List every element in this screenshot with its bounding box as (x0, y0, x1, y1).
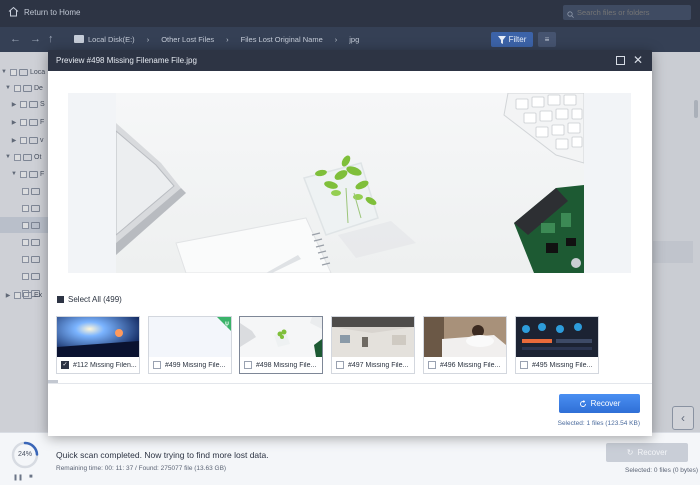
up-arrow-icon[interactable]: ↑ (48, 33, 54, 45)
thumbnail-item[interactable]: ψ #499 Missing File... (148, 316, 232, 374)
dialog-selected-info: Selected: 1 files (123.54 KB) (557, 420, 640, 427)
thumbnail-checkbox[interactable] (520, 361, 528, 369)
thumbnail-checkbox[interactable] (153, 361, 161, 369)
search-icon (567, 9, 574, 21)
scan-meta-text: Remaining time: 00: 11: 37 / Found: 2750… (56, 465, 227, 472)
thumbnail-caption: #498 Missing File... (244, 361, 322, 369)
preview-area (68, 93, 631, 273)
breadcrumb-item[interactable]: jpg (349, 35, 359, 44)
thumbnail-checkbox[interactable] (336, 361, 344, 369)
scan-status-text: Quick scan completed. Now trying to find… (56, 450, 269, 460)
select-all-box[interactable] (57, 296, 64, 303)
close-icon[interactable]: ✕ (633, 53, 643, 67)
pause-icon[interactable]: ❚❚ (13, 474, 23, 481)
recover-icon (579, 399, 586, 407)
back-arrow-icon[interactable]: ← (10, 33, 21, 45)
recover-button-disabled[interactable]: ↻ Recover (606, 443, 688, 462)
thumbnail-item[interactable]: #496 Missing File... (423, 316, 507, 374)
thumbnail-item[interactable]: ✓ #112 Missing Filen... (56, 316, 140, 374)
thumbnail-caption: #496 Missing File... (428, 361, 506, 369)
view-toggle-button[interactable]: ≡ (538, 32, 556, 47)
thumbnail-caption: #495 Missing File... (520, 361, 598, 369)
breadcrumb-item[interactable]: Other Lost Files (161, 35, 214, 44)
thumbnail-checkbox[interactable] (428, 361, 436, 369)
preview-dialog-header: Preview #498 Missing Filename File.jpg ✕ (48, 50, 652, 71)
thumbnail-image (516, 317, 598, 357)
drive-icon (74, 35, 84, 43)
filter-button[interactable]: Filter (491, 32, 533, 47)
thumbnail-item-active[interactable]: #498 Missing File... (239, 316, 323, 374)
thumbnail-caption: ✓ #112 Missing Filen... (61, 361, 137, 369)
thumbnail-checkbox[interactable] (244, 361, 252, 369)
maximize-icon[interactable] (616, 56, 625, 65)
breadcrumb-item-drive[interactable]: Local Disk(E:) (74, 35, 135, 44)
breadcrumb-separator: › (146, 35, 150, 44)
recover-icon: ↻ (626, 448, 634, 457)
return-home-link[interactable]: Return to Home (24, 8, 80, 17)
thumbnail-item[interactable]: #495 Missing File... (515, 316, 599, 374)
breadcrumb: Local Disk(E:) › Other Lost Files › File… (74, 35, 359, 44)
select-all-checkbox[interactable]: Select All (499) (57, 295, 122, 304)
home-icon[interactable] (8, 6, 19, 20)
thumbnail-checkbox[interactable]: ✓ (61, 361, 69, 369)
forward-arrow-icon[interactable]: → (30, 33, 41, 45)
breadcrumb-item[interactable]: Files Lost Original Name (241, 35, 323, 44)
thumbnail-image: ψ (149, 317, 231, 357)
breadcrumb-separator: › (334, 35, 338, 44)
thumbnail-image (240, 317, 322, 357)
breadcrumb-separator: › (226, 35, 229, 44)
dialog-divider (48, 383, 652, 384)
preview-image (116, 93, 584, 273)
search-input[interactable] (563, 5, 691, 20)
selected-files-info: Selected: 0 files (0 bytes) (625, 467, 698, 474)
preview-dialog: Preview #498 Missing Filename File.jpg ✕ (48, 50, 652, 436)
thumbnail-caption: #497 Missing File... (336, 361, 414, 369)
thumbnail-image (424, 317, 506, 357)
thumbnail-item[interactable]: #497 Missing File... (331, 316, 415, 374)
thumbnail-image (57, 317, 139, 357)
preview-dialog-title: Preview #498 Missing Filename File.jpg (56, 56, 197, 65)
filter-icon (497, 35, 506, 44)
recover-button[interactable]: Recover (559, 394, 640, 413)
svg-text:ψ: ψ (225, 320, 229, 327)
thumbnail-caption: #499 Missing File... (153, 361, 231, 369)
thumbnail-image (332, 317, 414, 357)
path-bar: ← → ↑ Local Disk(E:) › Other Lost Files … (0, 27, 700, 52)
scan-progress-percent: 24% (17, 451, 32, 458)
stop-icon[interactable]: ■ (29, 474, 33, 480)
